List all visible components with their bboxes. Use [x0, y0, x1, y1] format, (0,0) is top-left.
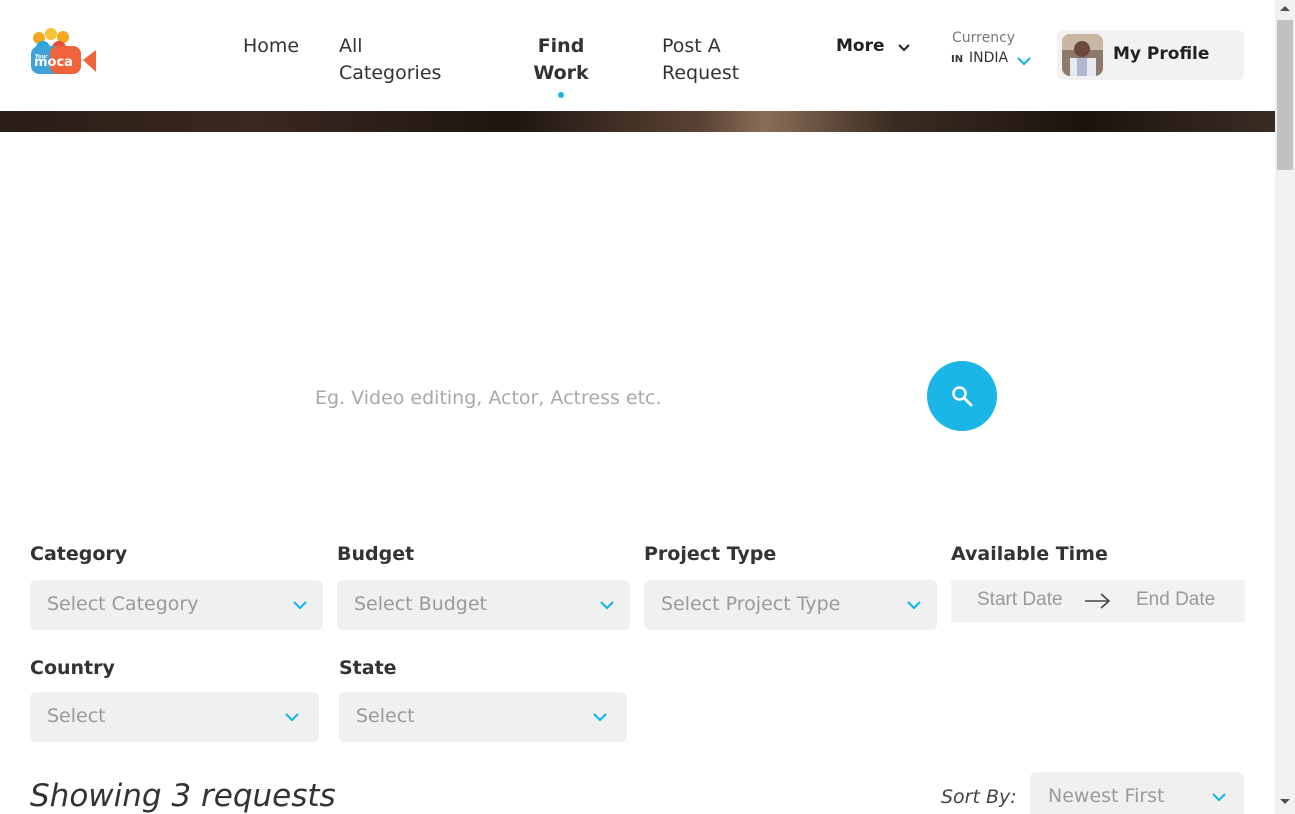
nav-post-request[interactable]: Post A Request	[662, 33, 739, 87]
nav-all-categories-line1: All	[339, 35, 363, 57]
chevron-down-icon	[593, 713, 607, 722]
chevron-down-icon	[600, 601, 614, 610]
category-select-value: Select Category	[47, 593, 199, 615]
chevron-down-icon	[1212, 793, 1226, 802]
currency-label: Currency	[952, 30, 1016, 46]
currency-value[interactable]: INDIA	[969, 50, 1008, 66]
chevron-down-icon	[285, 713, 299, 722]
nav-more-menu[interactable]: More	[836, 36, 885, 56]
search-button[interactable]	[927, 361, 997, 431]
chevron-down-icon	[907, 601, 921, 610]
nav-post-request-line2: Request	[662, 62, 740, 84]
nav-find-work-line2: Work	[533, 62, 589, 84]
scroll-up-arrow-icon[interactable]	[1280, 6, 1290, 11]
project-type-select[interactable]: Select Project Type	[644, 580, 937, 630]
logo-text: moca	[34, 55, 73, 70]
logo-icon	[31, 28, 96, 74]
available-time-label: Available Time	[951, 543, 1108, 565]
active-nav-indicator	[558, 92, 564, 98]
arrow-right-icon	[1085, 593, 1111, 609]
state-select[interactable]: Select	[339, 692, 627, 742]
chevron-down-icon[interactable]	[1015, 54, 1033, 68]
chevron-down-icon[interactable]	[896, 40, 912, 56]
date-range-picker[interactable]: Start Date End Date	[951, 580, 1245, 622]
profile-label: My Profile	[1113, 44, 1210, 64]
sort-select-value: Newest First	[1048, 785, 1165, 807]
nav-home[interactable]: Home	[243, 33, 299, 60]
country-label: Country	[30, 657, 115, 679]
category-label: Category	[30, 543, 128, 565]
budget-select[interactable]: Select Budget	[337, 580, 630, 630]
avatar	[1062, 34, 1103, 76]
sort-select[interactable]: Newest First	[1030, 772, 1244, 814]
state-label: State	[339, 657, 397, 679]
budget-select-value: Select Budget	[354, 593, 487, 615]
results-count: Showing 3 requests	[30, 778, 336, 814]
search-icon	[952, 386, 973, 407]
scroll-thumb[interactable]	[1277, 20, 1293, 170]
country-flag-icon: IN	[951, 54, 964, 65]
project-type-select-value: Select Project Type	[661, 593, 841, 615]
my-profile-button[interactable]: My Profile	[1057, 30, 1244, 80]
budget-label: Budget	[337, 543, 415, 565]
state-select-value: Select	[356, 705, 415, 727]
sort-by-label: Sort By:	[941, 786, 1017, 808]
hero-banner	[0, 111, 1275, 132]
nav-all-categories-line2: Categories	[339, 62, 442, 84]
nav-find-work-line1: Find	[537, 35, 585, 57]
start-date-input[interactable]: Start Date	[977, 589, 1063, 611]
category-select[interactable]: Select Category	[30, 580, 323, 630]
project-type-label: Project Type	[644, 543, 777, 565]
end-date-input[interactable]: End Date	[1136, 589, 1215, 611]
nav-all-categories[interactable]: All Categories	[339, 33, 441, 87]
top-navbar: Your moca Home All Categories Find Work …	[0, 0, 1275, 111]
brand-logo[interactable]: Your moca	[30, 28, 98, 78]
chevron-down-icon	[293, 601, 307, 610]
page-scrollbar[interactable]	[1275, 0, 1295, 814]
country-select-value: Select	[47, 705, 106, 727]
nav-find-work[interactable]: Find Work	[528, 33, 594, 87]
country-select[interactable]: Select	[30, 692, 319, 742]
search-input[interactable]	[305, 378, 905, 418]
nav-post-request-line1: Post A	[662, 35, 721, 57]
scroll-down-arrow-icon[interactable]	[1280, 799, 1290, 804]
